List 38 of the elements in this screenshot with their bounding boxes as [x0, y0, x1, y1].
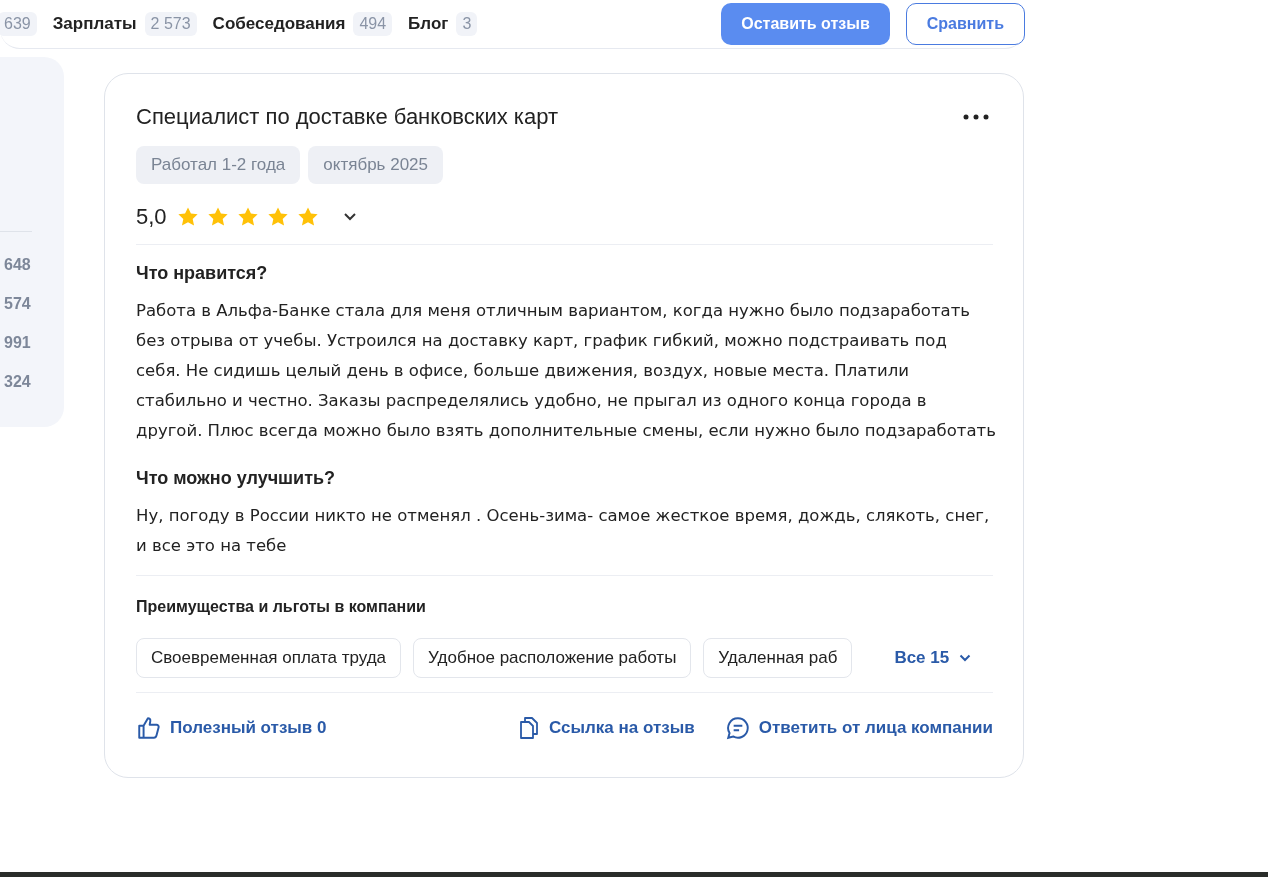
star-icon: [236, 206, 259, 228]
star-icon: [206, 206, 229, 228]
nav-link[interactable]: Собеседования: [212, 14, 346, 34]
review-tag: октябрь 2025: [308, 146, 443, 184]
review-text: Работа в Альфа-Банке стала для меня отличным вариантом, когда нужно было подзаработать без отрыва от учебы. Устроился на доставку карт, график гибкий, можно подстраивать под себя. Не сидишь целый день в офисе, больше движения, воздух, новые места. Платили стабильно и честно. Заказы распределялись удобно, не прыгал из одного конца города в другой. Плюс всегда можно было взять дополнительные смены, если нужно было подзаработать: [136, 300, 996, 442]
compare-button[interactable]: Сравнить: [905, 3, 1025, 45]
section-heading: Что нравится?: [136, 263, 269, 284]
footer-action[interactable]: Полезный отзыв 0: [136, 715, 327, 741]
rating-value: 5,0: [136, 204, 167, 230]
star-icon: [176, 206, 199, 228]
nav-link[interactable]: Блог: [408, 14, 449, 34]
sidebar-count: 648: [3, 256, 31, 275]
benefit-chip: Своевременная оплата труда: [136, 638, 402, 678]
star-icon: [296, 206, 319, 228]
more-icon[interactable]: [963, 114, 989, 120]
chevron-down-icon[interactable]: [342, 212, 357, 222]
count-badge: 2 573: [144, 12, 197, 36]
sidebar-count: 991: [3, 334, 31, 353]
nav-link[interactable]: Зарплаты: [52, 14, 137, 34]
count-badge: 3: [456, 12, 478, 36]
sidebar-count: 574: [3, 295, 31, 314]
show-all-button[interactable]: Все 15: [894, 648, 972, 668]
benefits-heading: Преимущества и льготы в компании: [136, 598, 427, 616]
benefit-chip: Удаленная раб: [703, 638, 853, 678]
chevron-down-icon: [959, 654, 972, 662]
chat-bubble-icon: [724, 715, 751, 741]
footer-action[interactable]: Ответить от лица компании: [724, 715, 993, 741]
review-text: Ну, погоду в России никто не отменял . Осень-зима- самое жесткое время, дождь, слякоть, снег, и все это на тебе: [136, 505, 991, 557]
count-badge: 639: [0, 12, 37, 36]
sidebar-count: 324: [3, 373, 31, 392]
benefit-chip: Удобное расположение работы: [413, 638, 692, 678]
section-heading: Что можно улучшить?: [136, 468, 337, 489]
footer-action[interactable]: Ссылка на отзыв: [517, 715, 695, 741]
count-badge: 494: [353, 12, 393, 36]
review-tag: Работал 1-2 года: [136, 146, 301, 184]
review-title: Специалист по доставке банковских карт: [136, 104, 558, 130]
thumbs-up-icon: [136, 715, 162, 741]
star-icon: [266, 206, 289, 228]
